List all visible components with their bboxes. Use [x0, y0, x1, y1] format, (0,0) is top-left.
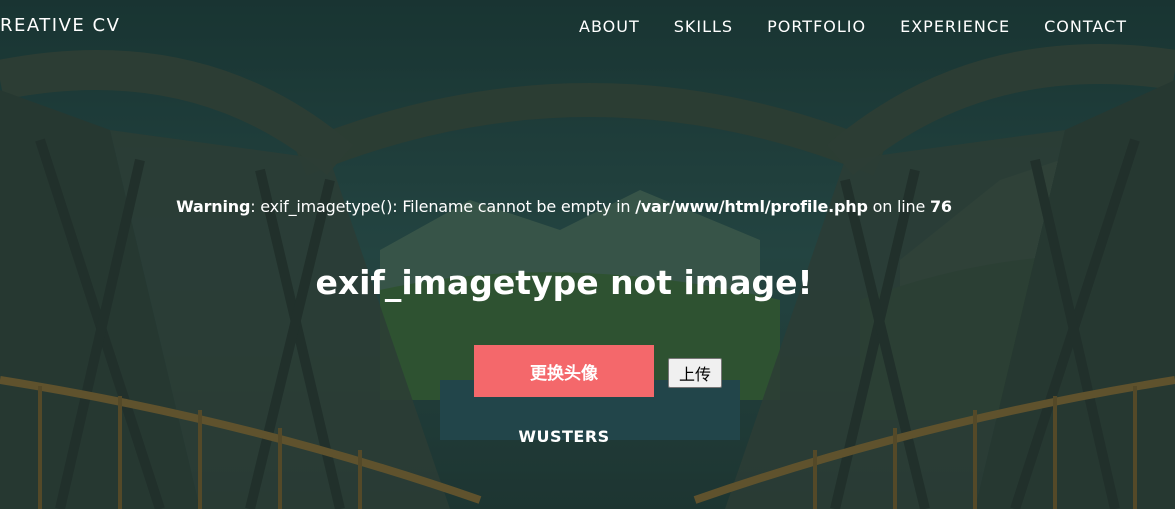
username-label: WUSTERS	[518, 427, 610, 446]
warning-line-number: 76	[929, 197, 952, 216]
nav-link-contact[interactable]: CONTACT	[1044, 17, 1127, 36]
warning-path: /var/www/html/profile.php	[635, 197, 868, 216]
warning-line-text: on line	[867, 197, 930, 216]
nav-link-skills[interactable]: SKILLS	[674, 17, 733, 36]
nav-link-experience[interactable]: EXPERIENCE	[900, 17, 1010, 36]
warning-text: : exif_imagetype(): Filename cannot be e…	[250, 197, 636, 216]
nav-link-about[interactable]: ABOUT	[579, 17, 640, 36]
error-headline: exif_imagetype not image!	[315, 263, 813, 302]
php-warning-message: Warning: exif_imagetype(): Filename cann…	[0, 197, 1128, 216]
brand-logo-text[interactable]: REATIVE CV	[0, 15, 120, 36]
change-avatar-button[interactable]: 更换头像	[474, 345, 654, 397]
main-nav: ABOUT SKILLS PORTFOLIO EXPERIENCE CONTAC…	[579, 17, 1127, 36]
nav-link-portfolio[interactable]: PORTFOLIO	[767, 17, 866, 36]
warning-label: Warning	[176, 197, 251, 216]
upload-button[interactable]: 上传	[668, 358, 722, 388]
